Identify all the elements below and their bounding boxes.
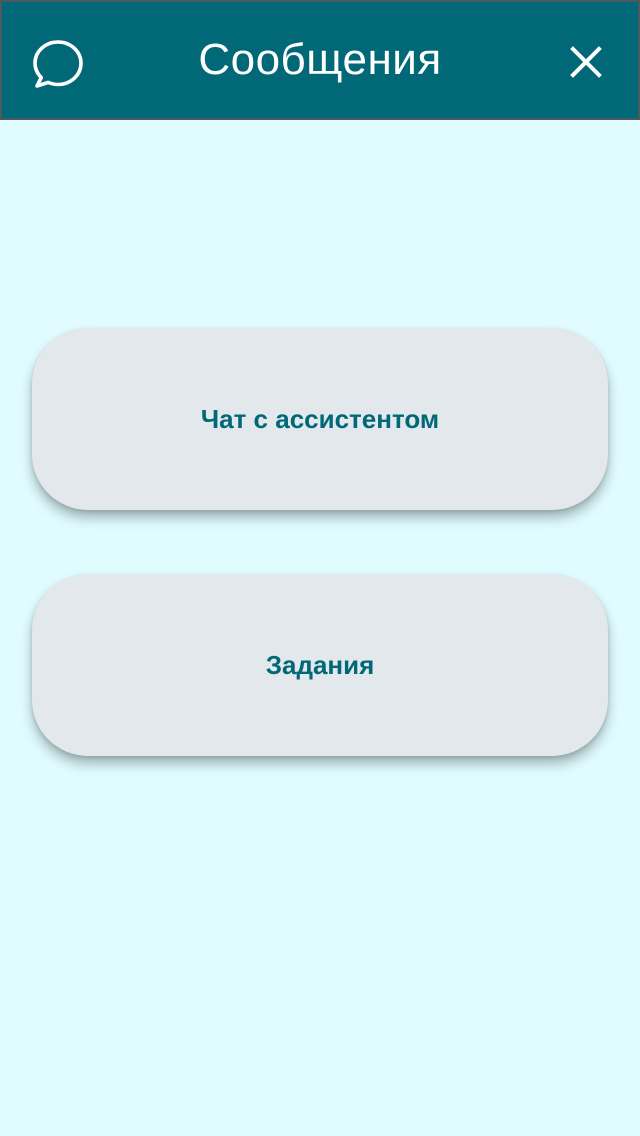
app-bar: Сообщения [0, 0, 640, 120]
assistant-chat-label: Чат с ассистентом [200, 403, 440, 434]
tasks-label: Задания [265, 649, 375, 680]
messages-screen: Сообщения Чат с ассистентом Задания [0, 0, 640, 1136]
page-title: Сообщения [198, 35, 442, 84]
assistant-chat-button[interactable]: Чат с ассистентом [32, 328, 608, 510]
chat-bubble-icon [30, 36, 86, 92]
close-button[interactable] [562, 38, 610, 86]
tasks-button[interactable]: Задания [32, 574, 608, 756]
close-icon [570, 46, 602, 78]
